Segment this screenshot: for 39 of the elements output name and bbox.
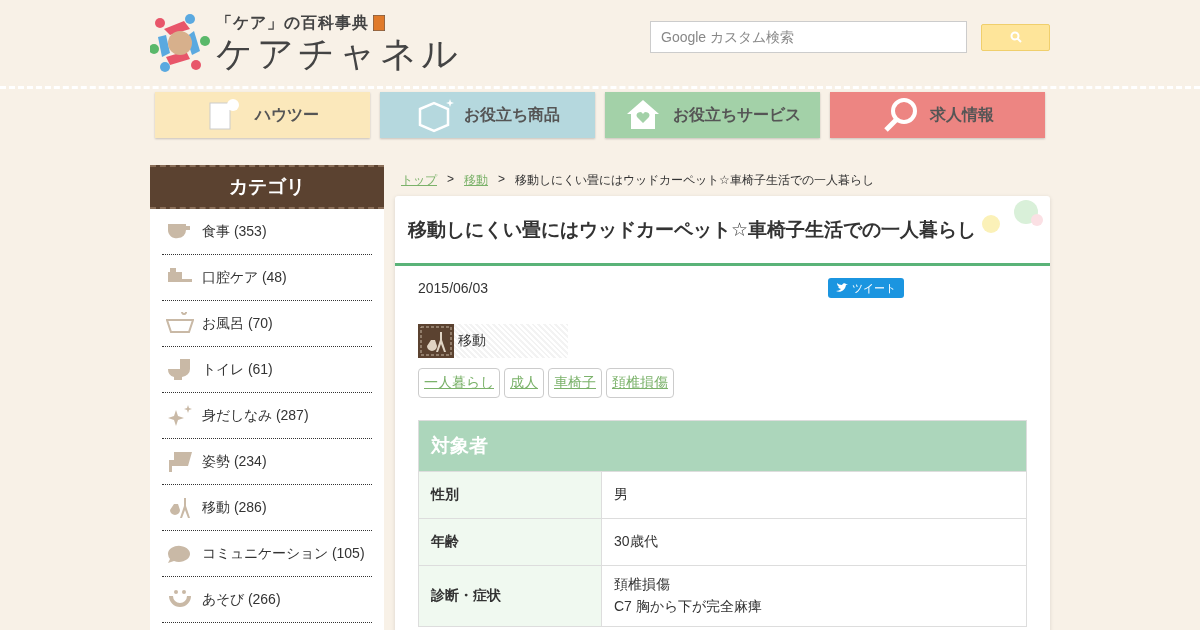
article-title: 移動しにくい畳にはウッドカーペット☆車椅子生活での一人暮らし bbox=[408, 217, 977, 242]
row-value: 30歳代 bbox=[614, 533, 658, 551]
breadcrumb-separator: > bbox=[447, 172, 454, 188]
bird-icon bbox=[836, 283, 848, 293]
row-value: C7 胸から下が完全麻痺 bbox=[614, 598, 762, 616]
category-link[interactable]: 口腔ケア (48) bbox=[162, 255, 372, 301]
logo-tagline: 「ケア」の百科事典 bbox=[216, 12, 369, 33]
flower-logo-icon bbox=[150, 13, 210, 73]
row-value: 男 bbox=[614, 486, 628, 504]
site-logo-text[interactable]: ケアチャネル bbox=[216, 33, 462, 74]
row-value: 頚椎損傷 bbox=[614, 576, 671, 594]
category-link[interactable]: 食事 (353) bbox=[162, 209, 372, 255]
category-link[interactable]: コミュニケーション (105) bbox=[162, 531, 372, 577]
book-icon bbox=[373, 15, 385, 31]
sidebar-title: カテゴリ bbox=[150, 165, 384, 209]
category-link[interactable]: 姿勢 (234) bbox=[162, 439, 372, 485]
nav-tab[interactable]: お役立ち商品 bbox=[380, 92, 595, 138]
search-icon bbox=[1009, 31, 1022, 43]
category-link[interactable]: お風呂 (70) bbox=[162, 301, 372, 347]
breadcrumb-current: 移動しにくい畳にはウッドカーペット☆車椅子生活での一人暮らし bbox=[515, 172, 874, 189]
search-button[interactable] bbox=[981, 23, 1050, 51]
category-link[interactable]: あそび (266) bbox=[162, 577, 372, 623]
category-link[interactable]: トイレ (61) bbox=[162, 347, 372, 393]
row-label: 年齢 bbox=[419, 519, 602, 565]
table-heading: 対象者 bbox=[419, 421, 1026, 471]
dots-decoration-icon bbox=[982, 200, 1044, 234]
breadcrumb-separator: > bbox=[498, 172, 506, 188]
row-label: 診断・症状 bbox=[419, 566, 602, 626]
bath-icon bbox=[166, 311, 194, 336]
nav-tab[interactable]: ハウツー bbox=[155, 92, 370, 138]
post-date: 2015/06/03 bbox=[418, 280, 489, 296]
category-label: 移動 bbox=[458, 332, 486, 350]
chair-icon bbox=[166, 449, 194, 474]
search-field[interactable]: Google カスタム検索 bbox=[650, 21, 967, 53]
tweet-button[interactable]: ツイート bbox=[828, 278, 904, 298]
category-link[interactable]: 移動 (286) bbox=[162, 485, 372, 531]
row-label: 性別 bbox=[419, 472, 602, 518]
nav-tab[interactable]: お役立ちサービス bbox=[605, 92, 820, 138]
category-link[interactable]: 身だしなみ (287) bbox=[162, 393, 372, 439]
